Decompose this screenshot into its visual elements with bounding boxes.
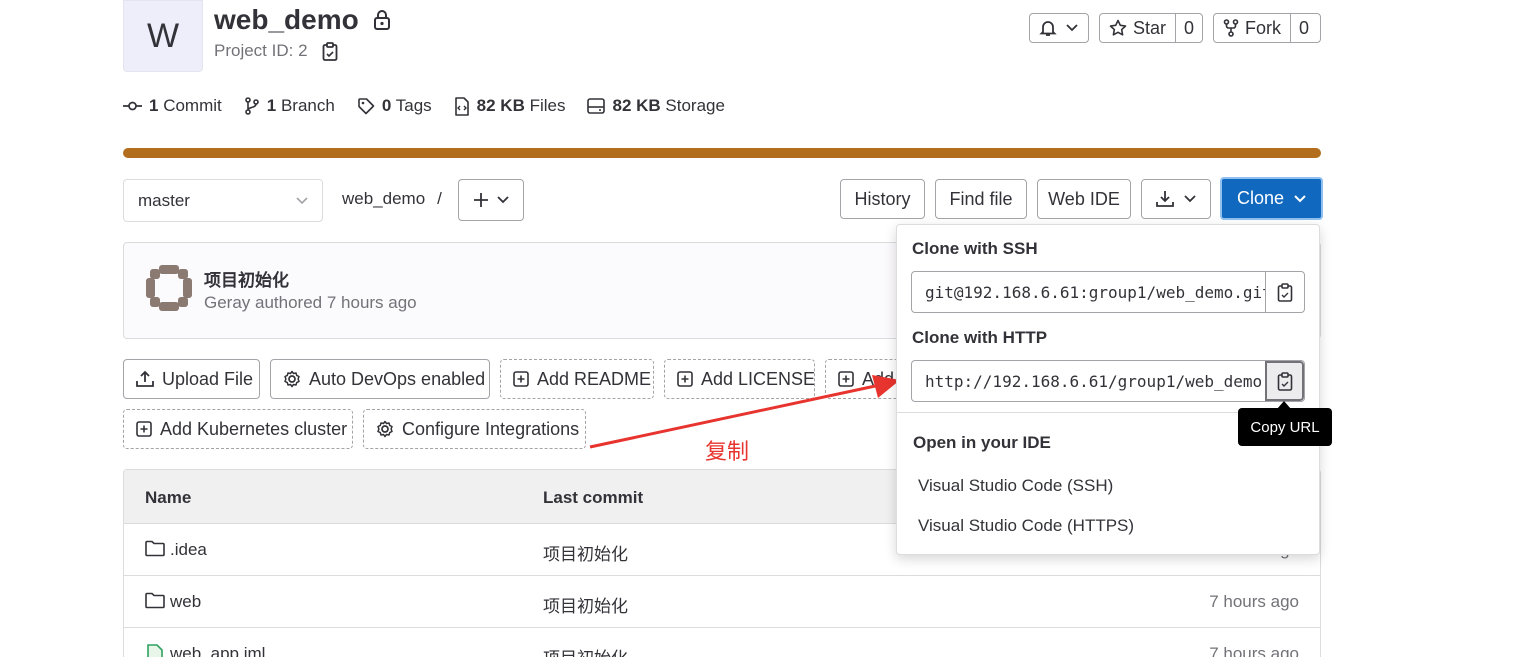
stat-storage[interactable]: 82 KB Storage [587,96,725,116]
stat-branches[interactable]: 1 Branch [244,96,335,116]
upload-file-button[interactable]: Upload File [123,359,260,399]
project-avatar: W [123,0,203,72]
file-time: 7 hours ago [1209,592,1299,611]
http-url-input[interactable]: http://192.168.6.61/group1/web_demo.git [912,361,1265,401]
copy-http-url-button[interactable] [1265,361,1304,401]
project-id: Project ID: 2 [214,41,338,61]
file-name[interactable]: web_app.iml [170,644,265,657]
add-kubernetes-button[interactable]: Add Kubernetes cluster [123,409,353,449]
commit-meta: Geray authored 7 hours ago [204,293,417,312]
column-last-commit: Last commit [543,488,644,507]
plus-square-icon [513,371,529,387]
clone-dropdown-menu: Clone with SSH git@192.168.6.61:group1/w… [896,224,1320,555]
download-icon [1156,190,1174,208]
open-vscode-ssh[interactable]: Visual Studio Code (SSH) [918,476,1113,496]
folder-icon [145,540,165,557]
copy-icon [1277,282,1293,302]
copy-ssh-url-button[interactable] [1265,272,1304,312]
annotation-label: 复制 [705,440,750,465]
column-name: Name [145,488,192,507]
tag-icon [357,97,375,115]
chevron-down-icon [1066,24,1078,32]
language-bar [123,148,1321,158]
clone-ssh-label: Clone with SSH [912,239,1038,258]
project-stats: 1 Commit 1 Branch 0 Tags 82 KB Files 82 … [123,96,747,116]
auto-devops-button[interactable]: Auto DevOps enabled [270,359,490,399]
storage-icon [587,98,606,114]
breadcrumb: web_demo / [342,189,442,209]
fork-button-group[interactable]: Fork 0 [1213,13,1321,43]
notification-dropdown[interactable] [1029,13,1089,43]
settings-icon [283,370,301,388]
history-button[interactable]: History [840,179,925,219]
plus-icon [473,192,489,208]
stat-tags[interactable]: 0 Tags [357,96,432,116]
chevron-down-icon [296,196,308,205]
breadcrumb-root[interactable]: web_demo [342,189,425,209]
open-in-ide-label: Open in your IDE [913,433,1051,452]
clone-button[interactable]: Clone [1220,177,1323,220]
open-vscode-https[interactable]: Visual Studio Code (HTTPS) [918,516,1134,536]
upload-icon [136,370,154,388]
clone-ssh-field[interactable]: git@192.168.6.61:group1/web_demo.git [911,271,1305,313]
file-time: 7 hours ago [1209,644,1299,657]
file-code-icon [454,96,470,116]
web-ide-button[interactable]: Web IDE [1037,179,1131,219]
project-name: web_demo [214,4,359,35]
fork-icon [1223,19,1239,37]
chevron-down-icon [497,196,509,204]
stat-commits[interactable]: 1 Commit [123,96,222,116]
file-icon [147,644,163,657]
find-file-button[interactable]: Find file [935,179,1027,219]
folder-icon [145,592,165,609]
breadcrumb-separator: / [437,189,442,208]
chevron-down-icon [1184,195,1196,203]
file-commit[interactable]: 项目初始化 [543,592,628,617]
copy-url-tooltip: Copy URL [1238,408,1332,446]
project-title: web_demo [214,4,391,36]
commit-icon [123,100,142,112]
file-name[interactable]: .idea [170,540,207,560]
star-button[interactable]: Star [1100,14,1175,42]
clone-http-label: Clone with HTTP [912,328,1048,347]
ssh-url-input[interactable]: git@192.168.6.61:group1/web_demo.git [912,272,1265,312]
commit-title[interactable]: 项目初始化 [204,266,289,291]
file-commit[interactable]: 项目初始化 [543,644,628,657]
table-row[interactable]: web 项目初始化 7 hours ago [124,576,1320,628]
copy-icon [1277,371,1293,391]
clone-http-field[interactable]: http://192.168.6.61/group1/web_demo.git [911,360,1305,402]
file-name[interactable]: web [170,592,201,612]
settings-icon [376,420,394,438]
chevron-down-icon [1294,194,1306,203]
star-icon [1109,19,1127,37]
fork-button[interactable]: Fork [1214,14,1290,42]
plus-square-icon [136,421,152,437]
author-avatar [145,264,193,312]
lock-icon [373,10,391,30]
star-count[interactable]: 0 [1175,14,1202,42]
download-dropdown[interactable] [1141,179,1211,219]
branch-icon [244,97,260,115]
branch-selector[interactable]: master [123,179,323,222]
copy-project-id-icon[interactable] [322,41,338,61]
configure-integrations-button[interactable]: Configure Integrations [363,409,586,449]
file-commit[interactable]: 项目初始化 [543,540,628,565]
add-to-tree-dropdown[interactable] [458,179,524,221]
fork-count[interactable]: 0 [1290,14,1317,42]
stat-files[interactable]: 82 KB Files [454,96,565,116]
star-button-group[interactable]: Star 0 [1099,13,1203,43]
table-row[interactable]: web_app.iml 项目初始化 7 hours ago [124,628,1320,657]
bell-icon [1039,19,1057,37]
